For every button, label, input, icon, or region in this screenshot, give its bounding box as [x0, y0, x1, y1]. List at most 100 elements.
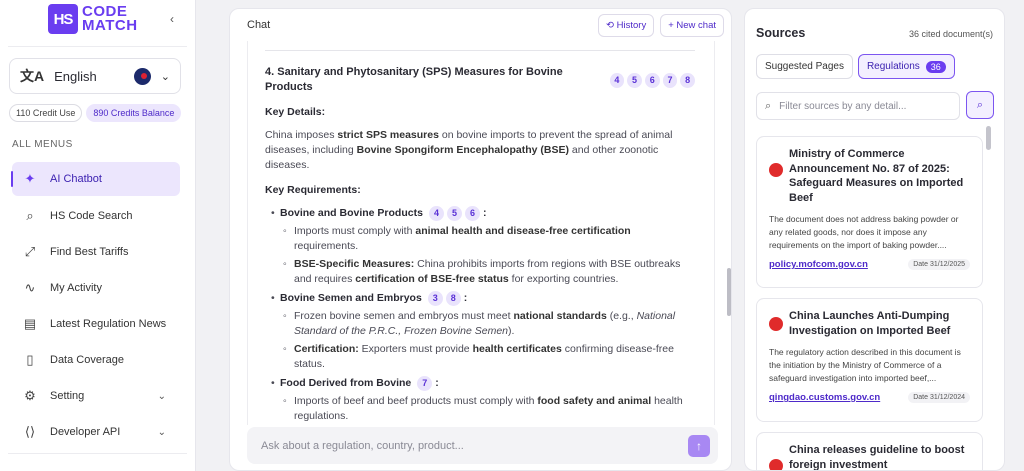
sidebar-item-label: HS Code Search: [50, 210, 133, 222]
key-requirements-label: Key Requirements:: [265, 184, 361, 196]
bold-text: health certificates: [472, 343, 562, 355]
send-button[interactable]: ↑: [688, 434, 710, 457]
sidebar-item-label: Setting: [50, 390, 85, 402]
sidebar-item-label: Developer API: [50, 426, 121, 438]
source-card-title: Ministry of Commerce Announcement No. 87…: [769, 147, 970, 205]
source-card-description: The document does not address baking pow…: [769, 214, 959, 250]
sub-list-item: BSE-Specific Measures: China prohibits i…: [265, 257, 695, 287]
trend-icon: ⤢: [24, 244, 36, 259]
brand-logo[interactable]: HS CODE MATCH: [48, 4, 138, 34]
source-link[interactable]: policy.mofcom.gov.cn: [769, 259, 868, 270]
arrow-up-icon: ↑: [696, 438, 702, 453]
sub-list-item: Imports must comply with animal health a…: [265, 224, 695, 254]
bold-text: food safety and animal: [537, 395, 652, 407]
citation-badge[interactable]: 8: [445, 291, 461, 306]
sparkle-icon: ✦: [24, 171, 36, 186]
china-flag-icon: [769, 317, 783, 331]
citation-badge[interactable]: 5: [627, 72, 642, 88]
source-card[interactable]: Ministry of Commerce Announcement No. 87…: [756, 136, 983, 288]
menus-heading: ALL MENUS: [12, 139, 73, 150]
tab-suggested-pages[interactable]: Suggested Pages: [756, 54, 853, 79]
colon: :: [435, 377, 439, 389]
source-card-description: The regulatory action described in this …: [769, 347, 961, 383]
tab-regulations[interactable]: Regulations 36: [857, 54, 955, 79]
citation-badge[interactable]: 8: [680, 72, 696, 88]
source-card-title-text: China releases guideline to boost foreig…: [789, 444, 965, 471]
message-content: 4. Sanitary and Phytosanitary (SPS) Meas…: [265, 50, 696, 424]
language-selector[interactable]: 文A English ⌄: [9, 58, 181, 94]
bold-text: BSE-Specific Measures:: [294, 258, 415, 270]
citation-badge[interactable]: 4: [428, 206, 444, 221]
bold-text: Certification:: [294, 343, 359, 355]
credit-used-badge: 110 Credit Use: [9, 104, 83, 122]
bold-text: animal health and disease-free certifica…: [415, 225, 631, 237]
list-item-title: Bovine and Bovine Products 4 5 6 :: [280, 206, 695, 221]
details-paragraph: China imposes strict SPS measures on bov…: [265, 128, 695, 173]
sub-list-item: Certification: Exporters must provide he…: [265, 342, 695, 372]
text: Frozen bovine semen and embryos must mee…: [294, 310, 514, 322]
chat-scrollbar[interactable]: [727, 268, 731, 316]
search-icon: ⌕: [765, 99, 772, 112]
text: ).: [508, 325, 515, 337]
collapse-sidebar-icon[interactable]: ‹: [170, 12, 174, 26]
citation-badge[interactable]: 4: [609, 72, 625, 88]
text: Exporters must provide: [358, 343, 473, 355]
bold-text: Bovine Spongiform Encephalopathy (BSE): [356, 144, 569, 156]
count-badge: 36: [925, 60, 946, 73]
sidebar-item-setting[interactable]: ⚙ Setting ⌄: [12, 378, 180, 414]
china-flag-icon: [769, 459, 783, 470]
source-card-footer: policy.mofcom.gov.cn Date 31/12/2025: [769, 259, 970, 270]
source-link[interactable]: qingdao.customs.gov.cn: [769, 392, 880, 403]
sources-tabs: Suggested Pages Regulations 36: [756, 54, 955, 79]
citation-badge[interactable]: 6: [644, 72, 660, 88]
date-badge: Date 31/12/2024: [908, 392, 970, 403]
filter-input[interactable]: [779, 100, 951, 112]
history-label: History: [616, 19, 647, 31]
chevron-down-icon: ⌄: [160, 70, 170, 83]
source-card-title-text: China Launches Anti-Dumping Investigatio…: [789, 310, 951, 337]
chat-title: Chat: [247, 19, 271, 31]
citation-badge[interactable]: 7: [417, 376, 433, 391]
colon: :: [463, 292, 468, 304]
divider: [265, 50, 695, 51]
sidebar-item-find-best-tariffs[interactable]: ⤢ Find Best Tariffs: [12, 234, 180, 270]
new-chat-button[interactable]: + New chat: [660, 13, 724, 37]
sidebar-item-ai-chatbot[interactable]: ✦ AI Chatbot: [11, 162, 180, 196]
history-button[interactable]: ⟲ History: [598, 13, 655, 37]
chevron-down-icon: ⌄: [157, 390, 166, 402]
sidebar-item-label: AI Chatbot: [50, 173, 102, 185]
source-card-title-text: Ministry of Commerce Announcement No. 87…: [789, 148, 964, 204]
sources-panel: Sources 36 cited document(s) Suggested P…: [744, 8, 1005, 471]
sources-title: Sources: [756, 26, 806, 40]
citation-badge[interactable]: 6: [464, 206, 480, 221]
sources-scrollbar[interactable]: [986, 126, 991, 150]
logo-mark: HS: [48, 4, 78, 34]
citation-badge[interactable]: 5: [446, 206, 462, 221]
source-card[interactable]: China Launches Anti-Dumping Investigatio…: [756, 298, 983, 422]
sidebar-item-data-coverage[interactable]: ▯ Data Coverage: [12, 342, 180, 378]
list-item: Bovine Semen and Embryos 3 8 :: [265, 291, 695, 306]
translate-icon: 文A: [20, 68, 45, 84]
sidebar-item-latest-regulation-news[interactable]: ▤ Latest Regulation News: [12, 306, 180, 342]
colon: :: [482, 207, 487, 219]
citation-badge[interactable]: 7: [662, 72, 678, 88]
list-item-title-text: Bovine Semen and Embryos: [280, 292, 422, 304]
chat-input[interactable]: [261, 439, 688, 452]
list-item-title-text: Bovine and Bovine Products: [280, 207, 423, 219]
sidebar-item-label: Data Coverage: [50, 354, 124, 366]
source-card[interactable]: China releases guideline to boost foreig…: [756, 432, 983, 471]
code-icon: ⟨⟩: [24, 424, 36, 439]
credit-balance-badge[interactable]: 890 Credits Balance: [86, 104, 182, 122]
sidebar-item-hs-code-search[interactable]: ⌕ HS Code Search: [12, 198, 180, 234]
section-heading: 4. Sanitary and Phytosanitary (SPS) Meas…: [265, 65, 696, 95]
source-card-footer: qingdao.customs.gov.cn Date 31/12/2024: [769, 392, 970, 403]
section-heading-text: 4. Sanitary and Phytosanitary (SPS) Meas…: [265, 66, 563, 93]
sidebar-item-developer-api[interactable]: ⟨⟩ Developer API ⌄: [12, 414, 180, 450]
chevron-down-icon: ⌄: [157, 426, 166, 438]
key-details-label: Key Details:: [265, 106, 326, 118]
list-item: Food Derived from Bovine 7 :: [265, 376, 695, 391]
text: (e.g.,: [606, 310, 637, 322]
search-button[interactable]: ⌕: [966, 91, 994, 119]
citation-badge[interactable]: 3: [427, 291, 443, 306]
sidebar-item-my-activity[interactable]: ∿ My Activity: [12, 270, 180, 306]
